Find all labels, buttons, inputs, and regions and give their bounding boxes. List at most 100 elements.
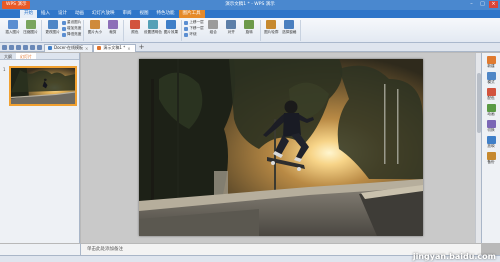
menu-review[interactable]: 审阅 (119, 10, 136, 18)
ribbon-group-size: 图片大小 裁剪 (84, 20, 125, 41)
align-button[interactable]: 对齐 (223, 20, 240, 41)
docer-icon (48, 46, 52, 50)
tab-docer-templates[interactable]: Docer-在线模板 × (44, 43, 94, 52)
picture-size-button[interactable]: 图片大小 (86, 20, 103, 41)
task-slideshow-button[interactable]: 放映 (486, 136, 496, 149)
send-backward-icon (184, 26, 189, 31)
close-button[interactable]: × (489, 1, 498, 8)
send-backward-label: 下移一层 (189, 26, 204, 30)
print-icon[interactable] (23, 44, 28, 50)
menu-slideshow[interactable]: 幻灯片放映 (88, 10, 119, 18)
ribbon-group-outline: 图片轮廓 选择窗格 (261, 20, 301, 41)
color-button[interactable]: 颜色 (126, 20, 143, 41)
ribbon-group-arrange: 上移一层 下移一层 环绕 组合 对齐 旋转 (182, 20, 261, 41)
task-pane: 新建 模式 配色 动画 切换 放映 备份 (481, 53, 500, 243)
left-panel-footer (0, 243, 81, 255)
wrap-button[interactable]: 环绕 (184, 32, 203, 37)
crop-label: 裁剪 (109, 30, 117, 34)
reset-picture-label: 重设图片 (67, 20, 82, 24)
group-icon (208, 20, 219, 29)
title-bar: WPS 演示 演示文稿1 * - WPS 演示 – □ × (0, 0, 500, 10)
ribbon-group-change: 更改图片 重设图片 增加亮度 降低亮度 (42, 20, 85, 41)
set-transparent-button[interactable]: 设置透明色 (143, 20, 162, 41)
selection-pane-icon (284, 20, 295, 29)
redo-icon[interactable] (37, 44, 42, 50)
open-icon[interactable] (9, 44, 14, 50)
task-slideshow-label: 放映 (487, 144, 495, 148)
ribbon-group-insert: 插入图片 压缩图片 (2, 20, 42, 41)
picture-effects-button[interactable]: 图片效果 (162, 20, 179, 41)
baidu-watermark: jingyan.baidu.com (412, 252, 496, 261)
menu-design[interactable]: 设计 (54, 10, 71, 18)
change-picture-button[interactable]: 更改图片 (44, 20, 61, 41)
task-new-button[interactable]: 新建 (486, 56, 496, 69)
slide-thumbnail[interactable] (9, 66, 77, 106)
transition-icon (486, 120, 496, 128)
color-label: 颜色 (131, 30, 139, 34)
crop-button[interactable]: 裁剪 (104, 20, 121, 41)
slide-1[interactable] (139, 59, 423, 236)
save-icon[interactable] (16, 44, 21, 50)
rotate-button[interactable]: 旋转 (241, 20, 258, 41)
color-scheme-icon (486, 88, 496, 96)
brightness-down-button[interactable]: 降低亮度 (62, 32, 81, 37)
ribbon-group-color: 颜色 设置透明色 图片效果 (124, 20, 183, 41)
task-layout-button[interactable]: 模式 (486, 72, 496, 85)
presentation-icon (97, 46, 102, 50)
picture-outline-button[interactable]: 图片轮廓 (263, 20, 280, 41)
tab-close-icon[interactable]: × (85, 46, 88, 51)
layout-icon (486, 72, 496, 80)
menu-animation[interactable]: 动画 (71, 10, 88, 18)
task-backup-label: 备份 (487, 160, 495, 164)
menu-bar: 开始 插入 设计 动画 幻灯片放映 审阅 视图 特色功能 图片工具 (0, 10, 500, 18)
tab-slides[interactable]: 幻灯片 (16, 53, 36, 59)
slide-thumbnail-panel: 大纲 幻灯片 1 (0, 53, 80, 243)
picture-outline-label: 图片轮廓 (264, 30, 279, 34)
new-icon[interactable] (2, 44, 7, 50)
app-menu-button[interactable]: WPS 演示 (2, 1, 31, 9)
bring-forward-button[interactable]: 上移一层 (184, 20, 204, 25)
menu-view[interactable]: 视图 (136, 10, 153, 18)
menu-insert[interactable]: 插入 (37, 10, 54, 18)
task-transition-button[interactable]: 切换 (486, 120, 496, 133)
ribbon-toolbar: 插入图片 压缩图片 更改图片 重设图片 增加亮度 降低亮度 图片大小 裁剪 颜色… (0, 18, 500, 43)
reset-icon (62, 20, 66, 25)
tab-outline[interactable]: 大纲 (0, 53, 16, 59)
brightness-up-button[interactable]: 增加亮度 (62, 26, 81, 31)
undo-icon[interactable] (30, 44, 35, 50)
maximize-button[interactable]: □ (478, 1, 487, 8)
picture-size-label: 图片大小 (87, 30, 103, 34)
set-transparent-label: 设置透明色 (143, 30, 162, 34)
rotate-label: 旋转 (245, 30, 253, 34)
send-backward-button[interactable]: 下移一层 (184, 26, 204, 31)
group-button[interactable]: 组合 (205, 20, 222, 41)
group-label: 组合 (209, 30, 217, 34)
task-backup-button[interactable]: 备份 (486, 152, 496, 165)
brightness-up-label: 增加亮度 (67, 26, 82, 30)
color-icon (129, 20, 140, 29)
menu-home[interactable]: 开始 (20, 10, 37, 18)
window-title: 演示文稿1 * - WPS 演示 (225, 2, 275, 7)
compress-icon (25, 20, 36, 29)
new-tab-button[interactable]: + (139, 43, 145, 51)
change-picture-label: 更改图片 (45, 30, 60, 34)
new-slide-icon (486, 56, 496, 64)
selection-pane-button[interactable]: 选择窗格 (281, 20, 298, 41)
compress-picture-button[interactable]: 压缩图片 (22, 20, 39, 41)
skateboard-photo[interactable] (139, 59, 423, 236)
insert-picture-button[interactable]: 插入图片 (4, 20, 21, 41)
bring-forward-label: 上移一层 (189, 20, 204, 24)
tab-close-icon[interactable]: × (127, 46, 130, 51)
slide-number: 1 (3, 67, 6, 72)
minimize-button[interactable]: – (467, 1, 476, 8)
task-animation-button[interactable]: 动画 (486, 104, 496, 117)
reset-picture-button[interactable]: 重设图片 (62, 20, 81, 25)
brightness-down-icon (62, 32, 66, 37)
tab-presentation-1[interactable]: 演示文稿1 * × (93, 43, 136, 52)
panel-tabs: 大纲 幻灯片 (0, 53, 79, 60)
outline-icon (266, 20, 277, 29)
menu-picture-tools[interactable]: 图片工具 (178, 10, 205, 18)
menu-special[interactable]: 特色功能 (153, 10, 179, 18)
task-color-scheme-button[interactable]: 配色 (486, 88, 496, 101)
transparent-icon (147, 20, 158, 29)
